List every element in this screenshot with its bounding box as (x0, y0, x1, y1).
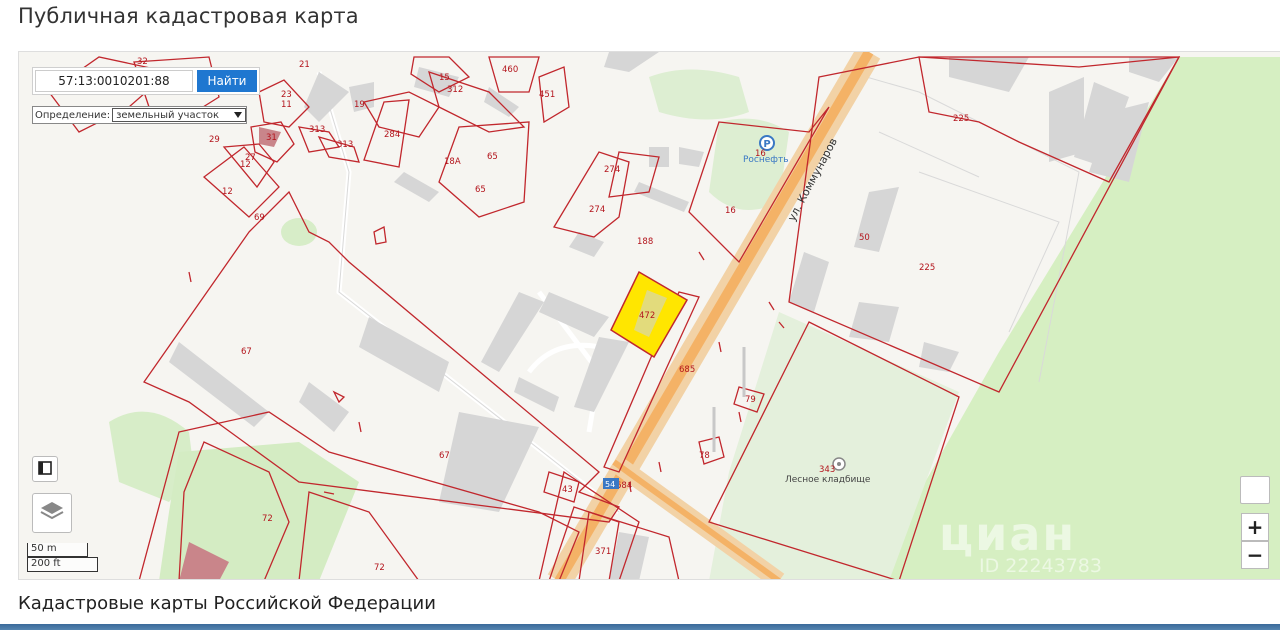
watermark: циан ID 22243783 (939, 507, 1102, 577)
parcel-label: 343 (819, 465, 835, 475)
rosneft-label: Роснефть (743, 155, 789, 165)
bottom-strip (0, 624, 1280, 630)
scale-imperial: 200 ft (27, 557, 98, 572)
watermark-brand: циан (939, 507, 1077, 561)
parcel-label: 32 (137, 57, 148, 67)
parcel-label: 19 (354, 100, 365, 110)
parcel-label: 685 (679, 365, 695, 375)
parcel-label: 312 (447, 85, 463, 95)
map-container[interactable]: P 21 32 15 312 460 451 23 11 19 284 313 313 31 29 27 12… (18, 51, 1280, 580)
parcel-label: 313 (337, 140, 353, 150)
parcel-label: 43 (562, 485, 573, 495)
parcel-label: 12 (240, 160, 251, 170)
zoom-out-button[interactable]: − (1241, 541, 1269, 569)
parcel-label: 313 (309, 125, 325, 135)
parcel-label: 371 (595, 547, 611, 557)
parcel-label: 65 (475, 185, 486, 195)
parcel-label: 29 (209, 135, 220, 145)
map-scale: 50 m 200 ft (27, 543, 98, 572)
parcel-label: 11 (281, 100, 292, 110)
parcel-label: 21 (299, 60, 310, 70)
parcel-label: 188 (637, 237, 653, 247)
svg-text:54: 54 (605, 480, 615, 489)
parcel-label: 72 (262, 514, 273, 524)
measure-button[interactable] (32, 456, 58, 482)
parcel-label: 31 (266, 133, 277, 143)
parcel-label: 69 (254, 213, 265, 223)
parcel-label: 65 (487, 152, 498, 162)
watermark-id: ID 22243783 (979, 555, 1102, 577)
parcel-label: 18А (444, 157, 461, 167)
rosneft-marker-icon: P (759, 135, 775, 151)
page-title: Публичная кадастровая карта (18, 4, 359, 28)
parcel-label: 79 (745, 395, 756, 405)
parcel-label: 274 (604, 165, 620, 175)
green-patch (281, 218, 317, 246)
cadastral-number-input[interactable] (35, 70, 193, 92)
find-button[interactable]: Найти (197, 70, 257, 92)
ruler-icon (38, 460, 52, 479)
parcel-label: 274 (589, 205, 605, 215)
parcel-label: 16 (725, 206, 736, 216)
chevron-down-icon (234, 110, 242, 121)
green-patch (649, 69, 749, 120)
parcel-label: 67 (241, 347, 252, 357)
parcel-label: 472 (639, 311, 655, 321)
parcel-label: 225 (919, 263, 935, 273)
zoom-in-button[interactable]: + (1241, 513, 1269, 541)
cemetery-label: Лесное кладбище (785, 475, 871, 485)
parcel-label: 284 (384, 130, 400, 140)
scale-metric: 50 m (27, 543, 88, 557)
definition-label: Определение: (35, 109, 111, 121)
definition-select[interactable]: земельный участок (112, 108, 246, 122)
section-title: Кадастровые карты Российской Федерации (18, 593, 436, 614)
layers-button[interactable] (32, 493, 72, 533)
parcel-label: 23 (281, 90, 292, 100)
parcel-label: 67 (439, 451, 450, 461)
parcel-label: 15 (439, 73, 450, 83)
parcel-label: 78 (699, 451, 710, 461)
parcel-label: 12 (222, 187, 233, 197)
definition-control: Определение: земельный участок (32, 106, 247, 124)
cadastral-search: Найти (32, 67, 260, 95)
parcel-label: 451 (539, 90, 555, 100)
definition-selected-value: земельный участок (116, 109, 220, 121)
parcel-label: 72 (374, 563, 385, 573)
fullscreen-button[interactable] (1240, 476, 1270, 504)
parcel-label: 460 (502, 65, 518, 75)
cadastral-map[interactable]: P 2132153124604512311 1928431331331292712… (19, 52, 1280, 580)
layers-icon (39, 500, 65, 526)
parcel-label: 50 (859, 233, 870, 243)
parcel-label: 225 (953, 114, 969, 124)
